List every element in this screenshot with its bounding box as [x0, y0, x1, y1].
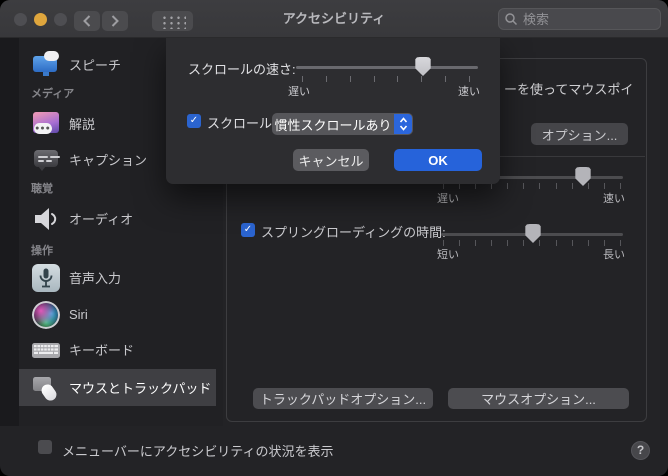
sidebar-item-siri[interactable]: Siri: [19, 296, 216, 333]
siri-icon: [31, 300, 61, 330]
scroll-settings-sheet: スクロールの速さ: 遅い 速い スクロール 慣性スクロールあり キャンセル OK: [166, 38, 500, 184]
long-label: 長い: [603, 249, 625, 261]
titlebar: アクセシビリティ: [0, 0, 668, 38]
spring-loading-slider-labels: 短い 長い: [437, 246, 625, 262]
trackpad-options-button[interactable]: トラックパッドオプション...: [253, 388, 433, 409]
dictation-icon: [31, 263, 61, 293]
inertia-scroll-dropdown[interactable]: 慣性スクロールあり: [272, 113, 413, 135]
sidebar-item-label: 音声入力: [69, 271, 122, 286]
sidebar-item-label: Siri: [69, 307, 88, 322]
search-field-wrap: [498, 8, 661, 30]
scroll-speed-label: スクロールの速さ:: [188, 62, 296, 77]
sidebar-item-keyboard[interactable]: キーボード: [19, 331, 216, 368]
scroll-speed-slider-track[interactable]: [296, 66, 478, 69]
sidebar-item-label: キーボード: [69, 343, 135, 358]
fast-label: 速い: [458, 86, 480, 98]
sidebar-section-hearing: 聴覚: [31, 183, 53, 195]
menu-bar-status-checkbox[interactable]: [38, 440, 52, 454]
scroll-checkbox[interactable]: [187, 114, 201, 128]
sidebar-item-mouse-trackpad[interactable]: マウスとトラックパッド: [19, 369, 216, 406]
tick-marks: [302, 76, 470, 82]
ok-button[interactable]: OK: [394, 149, 482, 171]
slow-label: 遅い: [288, 86, 310, 98]
sidebar-item-label: 解説: [69, 117, 96, 132]
pointer-speed-slider-labels: 遅い 速い: [437, 190, 625, 206]
sidebar-item-label: オーディオ: [69, 212, 134, 227]
sidebar-item-label: マウスとトラックパッド: [69, 381, 212, 396]
scroll-speed-slider-thumb[interactable]: [415, 57, 431, 76]
search-icon: [505, 13, 518, 26]
speech-icon: [31, 50, 61, 80]
spring-loading-label: スプリングローディングの時間:: [261, 225, 446, 240]
fast-label: 速い: [603, 193, 625, 205]
cancel-button[interactable]: キャンセル: [293, 149, 369, 171]
mouse-trackpad-icon: [31, 373, 61, 403]
dropdown-selected-value: 慣性スクロールあり: [274, 117, 392, 133]
captions-icon: [31, 145, 61, 175]
audio-icon: [31, 204, 61, 234]
sidebar-section-media: メディア: [31, 88, 75, 100]
scroll-speed-slider-labels: 遅い 速い: [288, 83, 480, 99]
clipped-setting-text: ーを使ってマウスポイ: [504, 82, 634, 97]
dropdown-chevrons-icon: [394, 114, 412, 134]
sidebar-section-motor: 操作: [31, 245, 53, 257]
scroll-checkbox-label: スクロール: [207, 116, 273, 131]
system-preferences-window: アクセシビリティ スピーチ メディア ●●● 解説 キャプション 聴覚: [0, 0, 668, 476]
search-input[interactable]: [498, 8, 661, 30]
spring-loading-checkbox[interactable]: [241, 223, 255, 237]
sidebar-item-label: スピーチ: [69, 58, 122, 73]
short-label: 短い: [437, 249, 459, 261]
sidebar-item-dictation[interactable]: 音声入力: [19, 259, 216, 296]
options-button[interactable]: オプション...: [531, 123, 628, 145]
help-button[interactable]: ?: [631, 441, 650, 460]
sidebar-edge: [0, 38, 19, 426]
audio-descriptions-icon: ●●●: [31, 109, 61, 139]
menu-bar-status-label: メニューバーにアクセシビリティの状況を表示: [62, 444, 334, 459]
sidebar-item-audio[interactable]: オーディオ: [19, 200, 216, 237]
slow-label: 遅い: [437, 193, 459, 205]
mouse-options-button[interactable]: マウスオプション...: [448, 388, 629, 409]
sidebar-item-label: キャプション: [69, 153, 148, 168]
keyboard-icon: [31, 335, 61, 365]
